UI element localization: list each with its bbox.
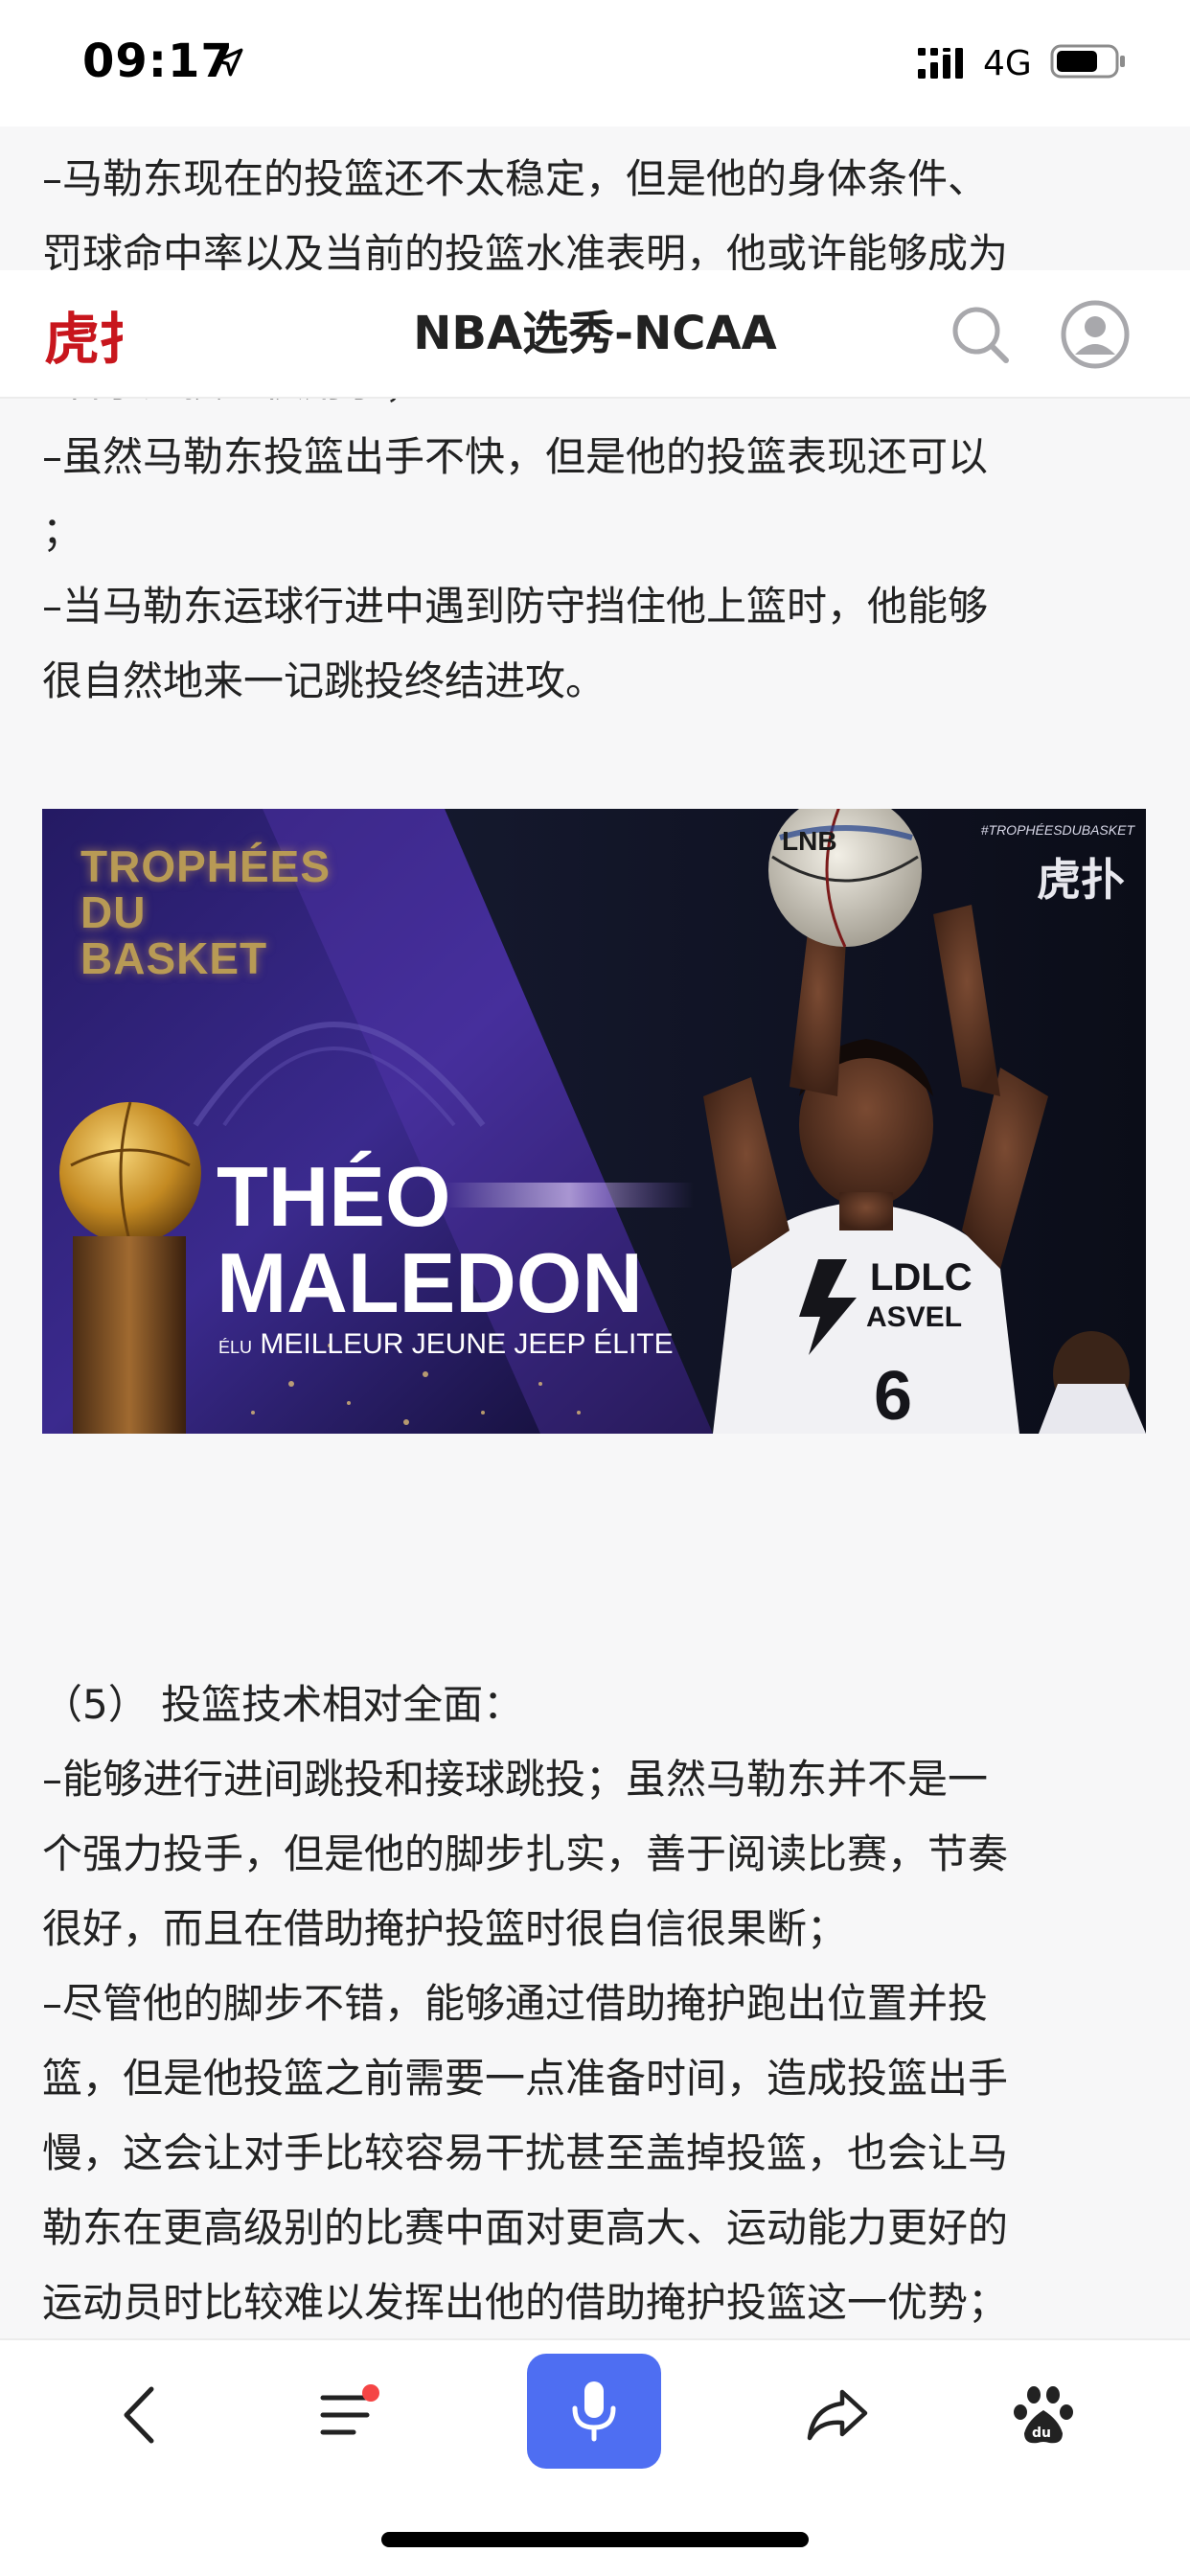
screen: 09:17 4G –马勒东现在的投篮还不太稳定，但是他的身体条件、 罚球命中率以…	[0, 0, 1190, 2576]
jersey-team-text: LDLC ASVEL	[847, 1257, 973, 1338]
section-heading: （5） 投篮技术相对全面：	[42, 1681, 524, 1728]
article-paragraph: 慢，这会让对手比较容易干扰甚至盖掉投篮，也会让马	[42, 2129, 1009, 2176]
home-indicator[interactable]	[381, 2532, 809, 2547]
player-name-line2: MALEDON	[217, 1235, 643, 1330]
player-name-line1: THÉO	[217, 1149, 451, 1244]
voice-search-button[interactable]	[527, 2354, 661, 2469]
svg-text:du: du	[1032, 2426, 1051, 2441]
article-paragraph: 运动员时比较难以发挥出他的借助掩护投篮这一优势；	[42, 2279, 1009, 2326]
search-icon[interactable]	[949, 303, 1012, 366]
award-prefix: ÉLU	[218, 1338, 253, 1357]
back-button[interactable]	[92, 2367, 188, 2463]
article-paragraph: 个强力投手，但是他的脚步扎实，善于阅读比赛，节奏	[42, 1830, 1009, 1877]
article-paragraph: –尽管他的脚步不错，能够通过借助掩护跑出位置并投	[42, 1980, 989, 2027]
status-bar: 09:17 4G	[0, 0, 1190, 126]
article-paragraph: –当马勒东运球行进中遇到防守挡住他上篮时，他能够	[42, 583, 989, 630]
player-name: THÉO MALEDON	[217, 1149, 643, 1330]
microphone-icon	[572, 2381, 616, 2442]
article-paragraph: –马勒东现在的投篮还不太稳定，但是他的身体条件、	[42, 155, 989, 202]
article-content[interactable]: –马勒东现在的投篮还不太稳定，但是他的身体条件、 罚球命中率以及当前的投篮水准表…	[0, 126, 1190, 2338]
location-arrow-icon	[215, 48, 243, 77]
jersey-line1: LDLC	[870, 1256, 973, 1299]
bottom-navigation: du	[0, 2338, 1190, 2576]
network-label: 4G	[983, 44, 1032, 83]
baidu-button[interactable]: du	[996, 2367, 1092, 2463]
share-icon	[807, 2389, 868, 2441]
ball-label: LNB	[782, 826, 837, 856]
signal-icon	[918, 48, 963, 79]
share-button[interactable]	[790, 2367, 885, 2463]
user-avatar-icon[interactable]	[1060, 299, 1131, 370]
article-paragraph: 很自然地来一记跳投终结进攻。	[42, 657, 606, 704]
article-paragraph: 很好，而且在借助掩护投篮时很自信很果断；	[42, 1905, 848, 1952]
article-paragraph: –能够进行进间跳投和接球跳投；虽然马勒东并不是一	[42, 1756, 989, 1803]
status-time: 09:17	[82, 34, 234, 88]
jersey-number: 6	[874, 1358, 913, 1434]
top-header: 虎扑 NBA选秀-NCAA	[0, 270, 1190, 399]
image-hashtag: #TROPHÉESDUBASKET	[980, 822, 1134, 838]
baidu-paw-icon: du	[1014, 2386, 1073, 2444]
battery-icon	[1050, 44, 1125, 79]
jersey-line2: ASVEL	[866, 1301, 963, 1333]
image-watermark-logo: 虎扑	[1037, 855, 1125, 905]
award-title: MEILLEUR JEUNE JEEP ÉLITE	[260, 1328, 674, 1360]
article-paragraph: –虽然马勒东投篮出手不快，但是他的投篮表现还可以	[42, 433, 989, 480]
article-image[interactable]: TROPHÉES DU BASKET THÉO MALEDON ÉLU MEIL…	[42, 809, 1146, 1434]
back-icon	[124, 2386, 154, 2444]
article-paragraph: 篮，但是他投篮之前需要一点准备时间，造成投篮出手	[42, 2055, 1009, 2102]
article-paragraph: ；	[42, 508, 83, 555]
article-paragraph: 勒东在更高级别的比赛中面对更高大、运动能力更好的	[42, 2204, 1009, 2251]
award-text: ÉLU MEILLEUR JEUNE JEEP ÉLITE	[218, 1328, 674, 1361]
trophy-title-text: TROPHÉES DU BASKET	[80, 841, 332, 983]
notification-badge	[362, 2384, 379, 2402]
menu-button[interactable]	[301, 2367, 397, 2463]
